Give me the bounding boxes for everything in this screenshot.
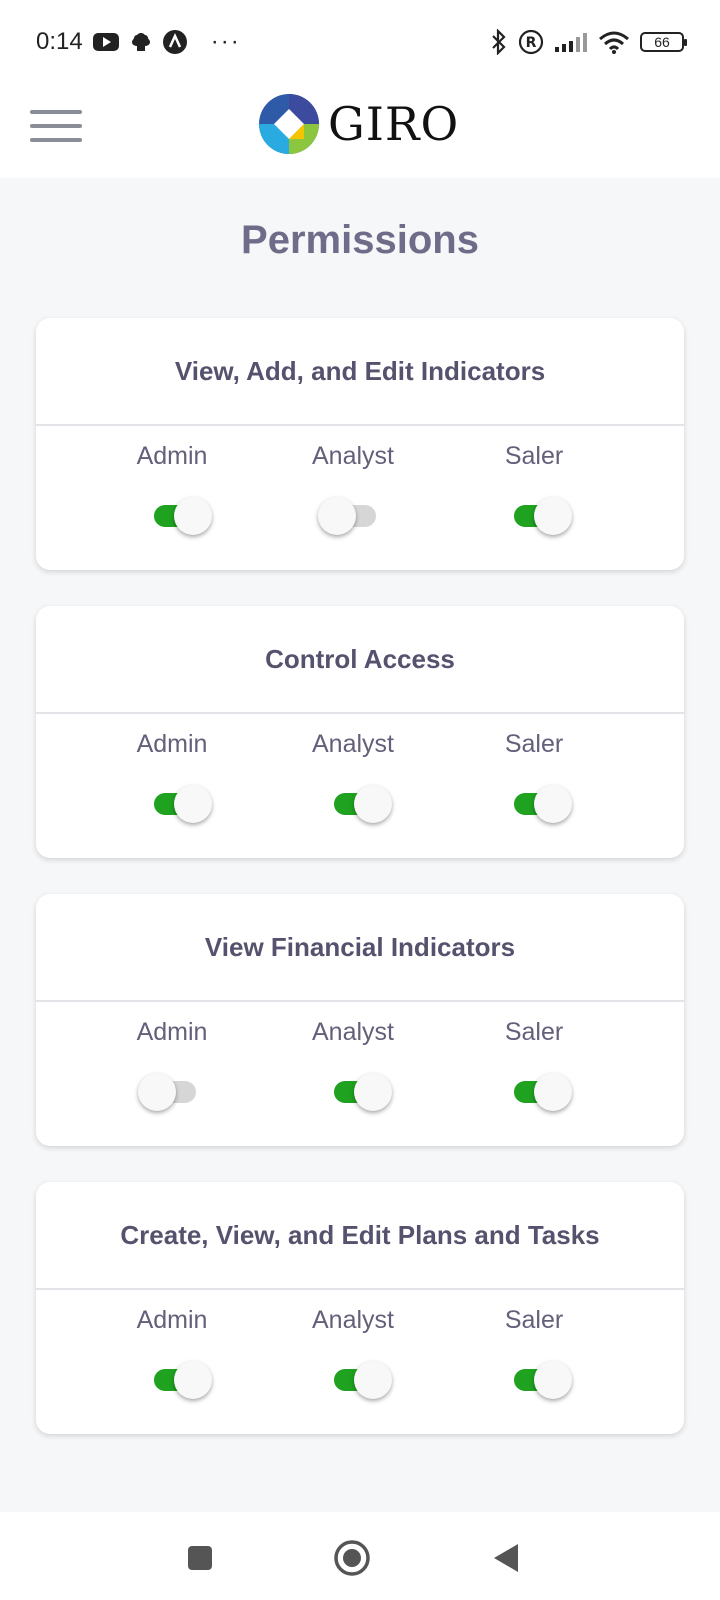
role-label-admin: Admin	[136, 730, 208, 758]
role-label-analyst: Analyst	[312, 1018, 394, 1046]
youtube-icon	[92, 32, 119, 52]
admin-toggle[interactable]	[138, 1072, 198, 1112]
role-label-analyst: Analyst	[312, 1306, 394, 1334]
app-bar: GIRO	[0, 84, 720, 178]
back-icon[interactable]	[486, 1538, 526, 1578]
admin-toggle[interactable]	[152, 496, 212, 536]
registered-icon: R	[518, 29, 544, 55]
role-label-analyst: Analyst	[312, 442, 394, 470]
admin-toggle[interactable]	[152, 1360, 212, 1400]
menu-button[interactable]	[30, 106, 82, 146]
hamburger-icon-line	[30, 124, 82, 128]
role-label-saler: Saler	[504, 442, 564, 470]
permission-title: View Financial Indicators	[36, 894, 684, 1002]
notification-icon	[129, 30, 153, 54]
admin-toggle[interactable]	[152, 784, 212, 824]
hamburger-icon-line	[30, 138, 82, 142]
app-logo: GIRO	[258, 92, 459, 156]
role-label-analyst: Analyst	[312, 730, 394, 758]
analyst-toggle[interactable]	[332, 784, 392, 824]
battery-icon: 66	[640, 32, 687, 52]
saler-toggle[interactable]	[512, 784, 572, 824]
role-label-admin: Admin	[136, 1306, 208, 1334]
recent-apps-icon[interactable]	[180, 1538, 220, 1578]
battery-level: 66	[654, 34, 670, 50]
role-label-admin: Admin	[136, 1018, 208, 1046]
permission-title: View, Add, and Edit Indicators	[36, 318, 684, 426]
role-label-saler: Saler	[504, 1018, 564, 1046]
giro-logo-icon	[259, 94, 319, 154]
status-bar: 0:14 ··· R 66	[0, 0, 720, 84]
permission-card: Create, View, and Edit Plans and Tasks A…	[36, 1182, 684, 1434]
permission-title: Create, View, and Edit Plans and Tasks	[36, 1182, 684, 1290]
logo-text: GIRO	[328, 97, 460, 151]
permission-title: Control Access	[36, 606, 684, 714]
page-title: Permissions	[241, 218, 479, 262]
app-icon	[162, 30, 187, 54]
bluetooth-icon	[490, 29, 508, 55]
analyst-toggle[interactable]	[332, 1360, 392, 1400]
permission-card: View Financial Indicators Admin Analyst …	[36, 894, 684, 1146]
status-time: 0:14	[36, 28, 83, 55]
role-label-admin: Admin	[136, 442, 208, 470]
permission-card: View, Add, and Edit Indicators Admin Ana…	[36, 318, 684, 570]
home-icon[interactable]	[332, 1538, 372, 1578]
main-content: Permissions View, Add, and Edit Indicato…	[0, 178, 720, 1512]
hamburger-icon-line	[30, 110, 82, 114]
wifi-icon	[598, 30, 630, 54]
signal-icon	[554, 31, 588, 53]
saler-toggle[interactable]	[512, 496, 572, 536]
more-dots-icon: ···	[210, 28, 241, 55]
permission-card: Control Access Admin Analyst Saler	[36, 606, 684, 858]
svg-text:R: R	[526, 35, 537, 51]
role-label-saler: Saler	[504, 730, 564, 758]
analyst-toggle[interactable]	[332, 1072, 392, 1112]
role-label-saler: Saler	[504, 1306, 564, 1334]
saler-toggle[interactable]	[512, 1360, 572, 1400]
system-nav-bar	[0, 1512, 720, 1600]
saler-toggle[interactable]	[512, 1072, 572, 1112]
analyst-toggle[interactable]	[318, 496, 378, 536]
